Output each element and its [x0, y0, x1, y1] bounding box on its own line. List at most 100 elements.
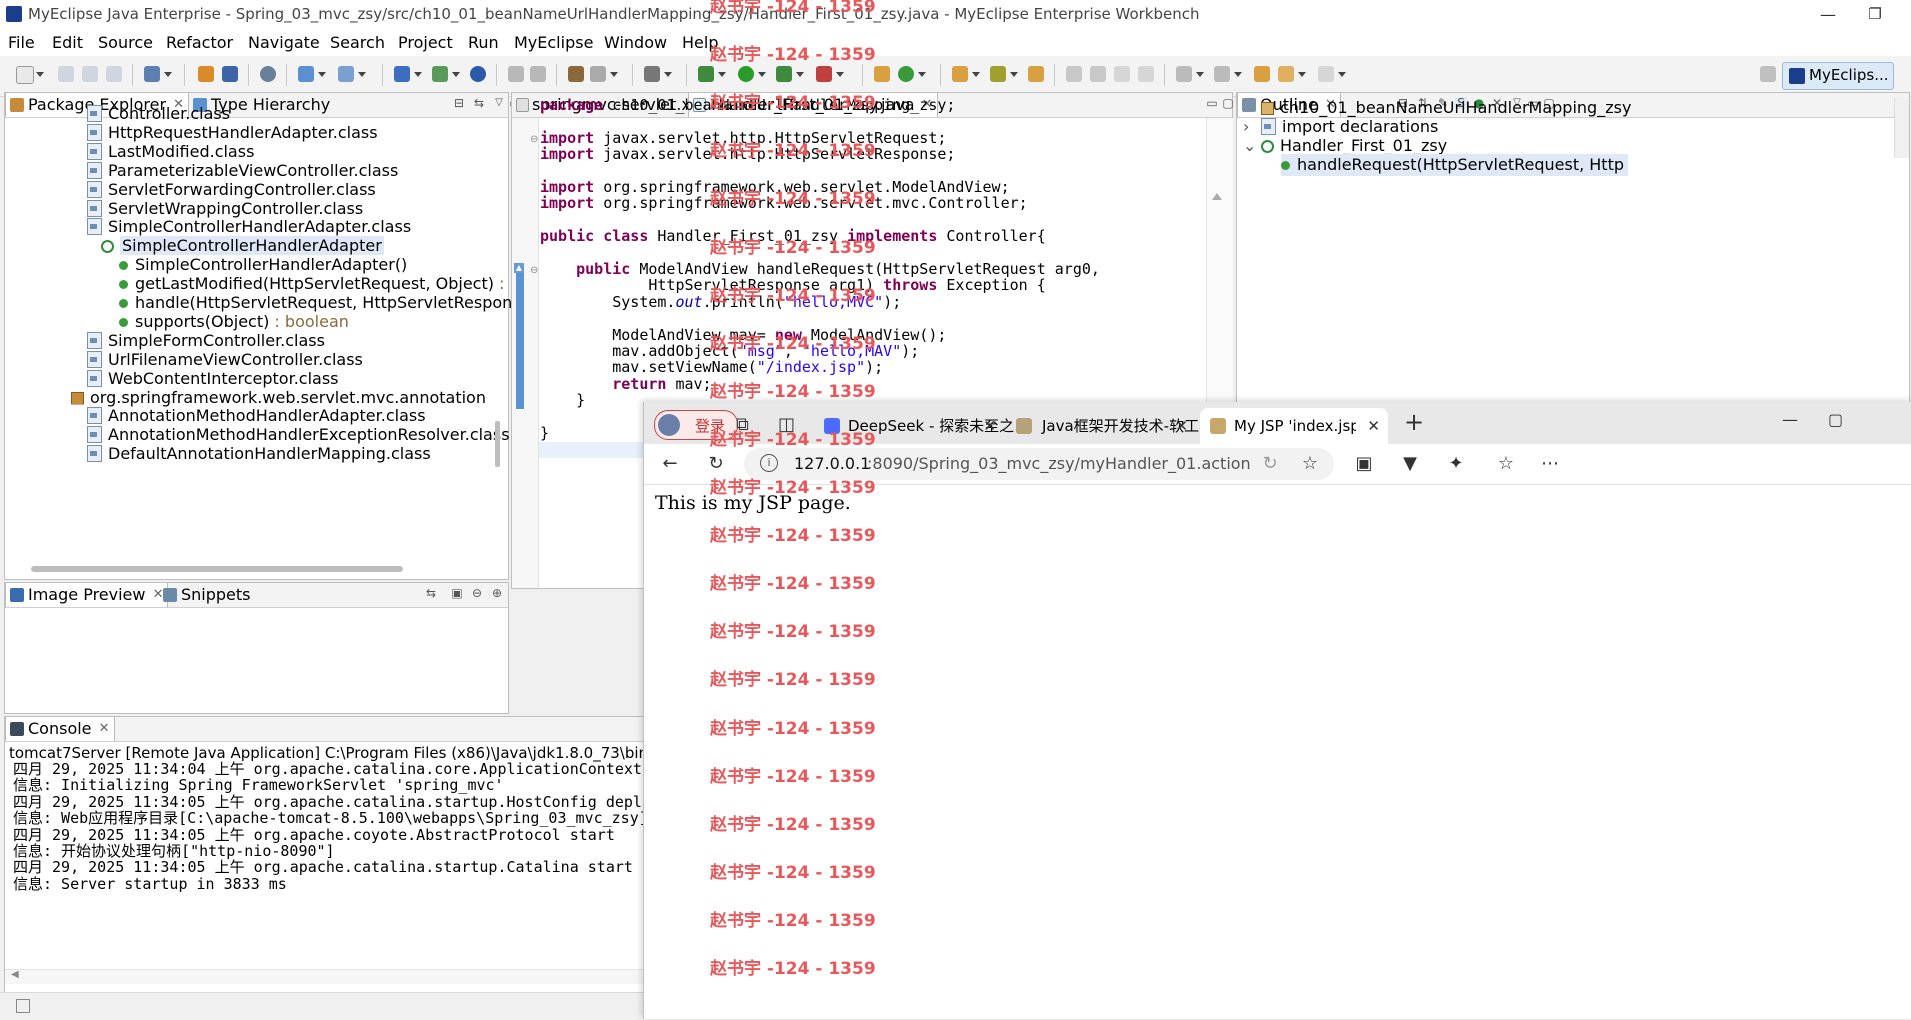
- vertical-scrollbar[interactable]: [495, 421, 500, 467]
- vpn-icon[interactable]: ▼: [1400, 454, 1420, 474]
- fold-icon[interactable]: ⊖: [530, 134, 538, 145]
- pin-icon[interactable]: [1066, 66, 1082, 82]
- fold-icon[interactable]: ⊖: [530, 265, 538, 276]
- back-icon[interactable]: [1278, 66, 1294, 82]
- bug-icon[interactable]: [698, 66, 714, 82]
- run-config-icon[interactable]: [432, 66, 448, 82]
- maximize-button[interactable]: ❐: [1855, 3, 1895, 25]
- chevron-down-icon[interactable]: [1196, 72, 1204, 77]
- menu-project[interactable]: Project: [398, 33, 453, 52]
- chevron-down-icon[interactable]: [610, 72, 618, 77]
- chevron-down-icon[interactable]: [318, 72, 326, 77]
- tab-console[interactable]: Console ✕: [5, 717, 115, 741]
- folder-icon[interactable]: [1028, 66, 1044, 82]
- chevron-down-icon[interactable]: [164, 72, 172, 77]
- menu-search[interactable]: Search: [330, 33, 385, 52]
- menu-navigate[interactable]: Navigate: [248, 33, 320, 52]
- run-last-icon[interactable]: [776, 66, 792, 82]
- chevron-down-icon[interactable]: [758, 72, 766, 77]
- show-whitespace-icon[interactable]: [1138, 66, 1154, 82]
- open-resource-icon[interactable]: [530, 66, 546, 82]
- fast-view-icon[interactable]: [16, 999, 30, 1013]
- scroll-up-icon[interactable]: [1212, 193, 1222, 200]
- minimize-view-icon[interactable]: ▭: [1206, 97, 1218, 109]
- scroll-left-icon[interactable]: ◀: [11, 969, 19, 980]
- save-all-icon[interactable]: [82, 66, 98, 82]
- debug-config-icon[interactable]: [298, 66, 314, 82]
- back-arrow-icon[interactable]: ←: [660, 454, 680, 474]
- deploy-icon[interactable]: [222, 66, 238, 82]
- menu-refactor[interactable]: Refactor: [166, 33, 233, 52]
- chevron-down-icon[interactable]: [1338, 72, 1346, 77]
- last-edit-icon[interactable]: [1254, 66, 1270, 82]
- new-tab-button[interactable]: +: [1404, 408, 1424, 436]
- browser-minimize-button[interactable]: —: [1782, 410, 1798, 429]
- chevron-down-icon[interactable]: [664, 72, 672, 77]
- menu-source[interactable]: Source: [98, 33, 153, 52]
- site-info-icon[interactable]: i: [760, 454, 778, 472]
- perspective-myeclipse[interactable]: MyEclips...: [1782, 62, 1894, 90]
- chevron-down-icon[interactable]: ⌄: [1243, 135, 1256, 157]
- read-aloud-icon[interactable]: ↻: [1260, 454, 1280, 474]
- chevron-down-icon[interactable]: [1298, 72, 1306, 77]
- open-folder-icon[interactable]: [952, 66, 968, 82]
- new-project-icon[interactable]: [144, 66, 160, 82]
- chevron-down-icon[interactable]: [414, 72, 422, 77]
- hierarchy-icon[interactable]: [394, 66, 410, 82]
- chevron-down-icon[interactable]: [836, 72, 844, 77]
- open-type-icon[interactable]: [508, 66, 524, 82]
- forward-icon[interactable]: [1318, 66, 1334, 82]
- search-icon[interactable]: [990, 66, 1006, 82]
- zoom-in-icon[interactable]: ⊕: [491, 587, 503, 599]
- menu-edit[interactable]: Edit: [52, 33, 83, 52]
- refresh-icon[interactable]: ⇆: [425, 587, 437, 599]
- view-menu-icon[interactable]: ▽: [493, 97, 505, 109]
- link-editor-icon[interactable]: ⇆: [473, 97, 485, 109]
- menu-file[interactable]: File: [8, 33, 35, 52]
- more-menu-icon[interactable]: ⋯: [1540, 454, 1560, 474]
- minimize-button[interactable]: —: [1808, 4, 1848, 26]
- open-perspective-icon[interactable]: [1760, 66, 1776, 82]
- menu-window[interactable]: Window: [604, 33, 667, 52]
- close-icon[interactable]: ✕: [1367, 408, 1380, 444]
- package-icon[interactable]: [198, 66, 214, 82]
- zoom-out-icon[interactable]: ⊖: [471, 587, 483, 599]
- maximize-view-icon[interactable]: ▢: [1222, 97, 1234, 109]
- globe-icon[interactable]: [470, 66, 486, 82]
- browser-tab-jsp-page[interactable]: My JSP 'index.jsp' startin ✕: [1200, 408, 1388, 444]
- external-tools-icon[interactable]: [816, 66, 832, 82]
- tab-snippets[interactable]: Snippets: [159, 583, 273, 607]
- close-icon[interactable]: ✕: [983, 408, 996, 444]
- print-icon[interactable]: [106, 66, 122, 82]
- web-icon[interactable]: [338, 66, 354, 82]
- wizard-icon[interactable]: [590, 66, 606, 82]
- prev-annotation-icon[interactable]: [1214, 66, 1230, 82]
- save-icon[interactable]: [58, 66, 74, 82]
- new-class-icon[interactable]: [568, 66, 584, 82]
- reload-icon[interactable]: ↻: [706, 454, 726, 474]
- outline-item[interactable]: handleRequest(HttpServletRequest, Http: [1281, 153, 1629, 176]
- close-icon[interactable]: ✕: [99, 717, 110, 741]
- chevron-down-icon[interactable]: [452, 72, 460, 77]
- extension-icon[interactable]: ▣: [1354, 454, 1374, 474]
- highlight-icon[interactable]: [1090, 66, 1106, 82]
- browser-tab-java-course[interactable]: Java框架开发技术-软工2 ✕: [1006, 408, 1209, 444]
- chevron-down-icon[interactable]: [718, 72, 726, 77]
- chevron-down-icon[interactable]: [358, 72, 366, 77]
- refresh-icon[interactable]: [898, 66, 914, 82]
- menu-myeclipse[interactable]: MyEclipse: [514, 33, 593, 52]
- chevron-down-icon[interactable]: [796, 72, 804, 77]
- new-icon[interactable]: [16, 66, 34, 84]
- close-icon[interactable]: ✕: [1175, 408, 1188, 444]
- browser-maximize-button[interactable]: ▢: [1828, 410, 1843, 429]
- collapse-all-icon[interactable]: ⊟: [453, 97, 465, 109]
- menu-run[interactable]: Run: [468, 33, 499, 52]
- block-select-icon[interactable]: [1114, 66, 1130, 82]
- extensions-puzzle-icon[interactable]: ✦: [1446, 454, 1466, 474]
- tab-image-preview[interactable]: Image Preview ✕: [5, 583, 169, 607]
- chevron-down-icon[interactable]: [918, 72, 926, 77]
- package-explorer-item[interactable]: DefaultAnnotationHandlerMapping.class: [87, 443, 431, 465]
- horizontal-scrollbar[interactable]: [31, 566, 403, 572]
- terminal-icon[interactable]: [644, 66, 660, 82]
- chevron-down-icon[interactable]: [1234, 72, 1242, 77]
